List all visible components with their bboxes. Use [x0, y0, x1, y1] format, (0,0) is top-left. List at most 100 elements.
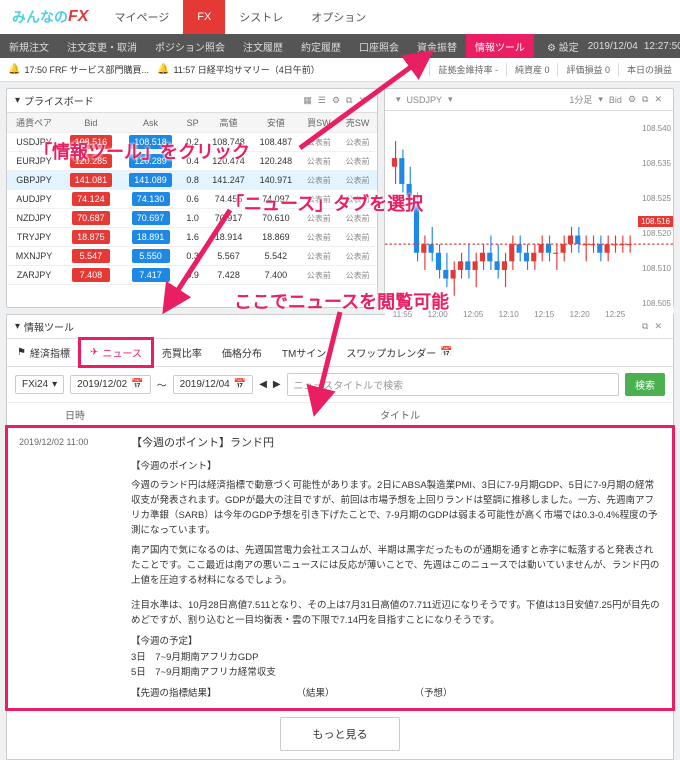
- nav-info-tool[interactable]: 情報ツール: [466, 34, 534, 58]
- buy-swap: 公表前: [300, 171, 339, 190]
- popout-icon[interactable]: ⧉: [639, 321, 651, 332]
- close-icon[interactable]: ✕: [355, 95, 369, 106]
- price-row[interactable]: TRYJPY18.87518.8911.618.91418.869公表前公表前: [7, 228, 377, 247]
- date-from[interactable]: 2019/12/02 📅: [70, 375, 151, 394]
- buy-swap: 公表前: [300, 133, 339, 152]
- priceboard-header: ▾ プライスボード ▦ ☰ ⚙ ⧉ ✕: [7, 89, 377, 113]
- pair: ZARJPY: [7, 266, 61, 285]
- tab-systrade[interactable]: シストレ: [225, 0, 297, 34]
- nav-settings[interactable]: ⚙ 設定: [538, 39, 588, 54]
- price-col[interactable]: 買SW: [300, 113, 339, 133]
- spread: 1.6: [180, 228, 205, 247]
- ask-button[interactable]: 120.289: [129, 154, 172, 168]
- news-article[interactable]: 2019/12/02 11:00 【今週のポイント】ランド円 【今週のポイント】…: [7, 427, 673, 709]
- price-col[interactable]: Ask: [121, 113, 181, 133]
- bid-button[interactable]: 74.124: [72, 192, 110, 206]
- chevron-down-icon[interactable]: ▾: [393, 94, 404, 105]
- bid-button[interactable]: 5.547: [72, 249, 110, 263]
- source-select[interactable]: FXi24 ▾: [15, 375, 64, 394]
- priceboard-panel: ▾ プライスボード ▦ ☰ ⚙ ⧉ ✕ 通貨ペアBidAskSP高値安値買SW売…: [6, 88, 378, 308]
- ticker-2[interactable]: 🔔 11:57 日経平均サマリー（4日午前）: [157, 63, 320, 76]
- ask-button[interactable]: 74.130: [132, 192, 170, 206]
- ask-button[interactable]: 7.417: [132, 268, 170, 282]
- bid-button[interactable]: 108.516: [70, 135, 113, 149]
- calendar-icon: 📅: [131, 379, 143, 390]
- bid-button[interactable]: 18.875: [72, 230, 110, 244]
- popout-icon[interactable]: ⧉: [343, 95, 355, 106]
- ask-button[interactable]: 5.550: [132, 249, 170, 263]
- prev-icon[interactable]: ◀: [259, 379, 267, 390]
- price-row[interactable]: AUDJPY74.12474.1300.674.45674.097公表前公表前: [7, 190, 377, 209]
- price-row[interactable]: MXNJPY5.5475.5500.35.5675.542公表前公表前: [7, 247, 377, 266]
- bid-button[interactable]: 70.687: [72, 211, 110, 225]
- settings-icon[interactable]: ⚙: [625, 94, 639, 105]
- bell-icon: 🔔: [157, 64, 169, 75]
- price-row[interactable]: GBPJPY141.081141.0890.8141.247140.971公表前…: [7, 171, 377, 190]
- price-row[interactable]: NZDJPY70.68770.6971.070.91770.610公表前公表前: [7, 209, 377, 228]
- date-to[interactable]: 2019/12/04 📅: [173, 375, 254, 394]
- price-col[interactable]: Bid: [61, 113, 121, 133]
- price-col[interactable]: 安値: [252, 113, 299, 133]
- sell-swap: 公表前: [338, 209, 377, 228]
- ask-button[interactable]: 141.089: [129, 173, 172, 187]
- list-icon[interactable]: ☰: [315, 95, 329, 106]
- chevron-down-icon[interactable]: ▾: [15, 321, 20, 332]
- logo[interactable]: みんなの FX: [0, 7, 100, 27]
- ticker-2-text: 11:57 日経平均サマリー（4日午前）: [173, 63, 319, 76]
- chart-pair-select[interactable]: USDJPY: [404, 95, 446, 105]
- price-col[interactable]: 通貨ペア: [7, 113, 61, 133]
- tab-tm-sign[interactable]: TMサイン: [272, 339, 336, 366]
- nav-account[interactable]: 口座照会: [350, 39, 408, 54]
- tab-news[interactable]: ✈ニュース: [80, 339, 152, 366]
- tab-mypage[interactable]: マイページ: [100, 0, 183, 34]
- price-row[interactable]: ZARJPY7.4087.4170.97.4287.400公表前公表前: [7, 266, 377, 285]
- popout-icon[interactable]: ⧉: [639, 94, 651, 105]
- chevron-down-icon[interactable]: ▾: [595, 94, 606, 105]
- price-table: 通貨ペアBidAskSP高値安値買SW売SW USDJPY108.516108.…: [7, 113, 377, 285]
- nav-fund-transfer[interactable]: 資金振替: [408, 39, 466, 54]
- more-button[interactable]: もっと見る: [280, 717, 400, 751]
- ask-button[interactable]: 70.697: [132, 211, 170, 225]
- bid-button[interactable]: 141.081: [70, 173, 113, 187]
- close-icon[interactable]: ✕: [651, 321, 665, 332]
- buy-swap: 公表前: [300, 209, 339, 228]
- chart-tf-select[interactable]: 1分足: [566, 93, 595, 106]
- price-col[interactable]: SP: [180, 113, 205, 133]
- tab-buy-sell-ratio[interactable]: 売買比率: [152, 339, 212, 366]
- pair: AUDJPY: [7, 190, 61, 209]
- col-title: タイトル: [135, 407, 665, 422]
- bid-button[interactable]: 7.408: [72, 268, 110, 282]
- tab-fx[interactable]: FX: [183, 0, 225, 34]
- nav-new-order[interactable]: 新規注文: [0, 39, 58, 54]
- ask-button[interactable]: 18.891: [132, 230, 170, 244]
- nav-trade-history[interactable]: 約定履歴: [292, 39, 350, 54]
- grid-icon[interactable]: ▦: [300, 95, 315, 106]
- price-row[interactable]: USDJPY108.516108.5180.2108.748108.487公表前…: [7, 133, 377, 152]
- close-icon[interactable]: ✕: [651, 94, 665, 105]
- spread: 0.8: [180, 171, 205, 190]
- nav-modify-cancel[interactable]: 注文変更・取消: [58, 39, 146, 54]
- chevron-down-icon[interactable]: ▾: [445, 94, 456, 105]
- price-col[interactable]: 高値: [205, 113, 252, 133]
- ask-button[interactable]: 108.518: [129, 135, 172, 149]
- high: 18.914: [205, 228, 252, 247]
- time-label: 12:27:50: [644, 41, 680, 52]
- nav-order-history[interactable]: 注文履歴: [234, 39, 292, 54]
- tab-option[interactable]: オプション: [297, 0, 380, 34]
- search-button[interactable]: 検索: [625, 373, 665, 396]
- price-row[interactable]: EURJPY120.285120.2890.4120.474120.248公表前…: [7, 152, 377, 171]
- valuation-pl: 評価損益 0: [557, 63, 610, 76]
- price-col[interactable]: 売SW: [338, 113, 377, 133]
- search-input[interactable]: ニュースタイトルで検索: [287, 373, 619, 396]
- spread: 0.2: [180, 133, 205, 152]
- chevron-down-icon[interactable]: ▾: [15, 95, 20, 106]
- next-icon[interactable]: ▶: [273, 379, 281, 390]
- chart-area[interactable]: 108.540108.535108.525108.520108.510108.5…: [385, 111, 673, 321]
- tab-swap-calendar[interactable]: スワップカレンダー 📅: [336, 339, 462, 366]
- bid-button[interactable]: 120.285: [70, 154, 113, 168]
- tab-econ-indicator[interactable]: ⚑経済指標: [7, 339, 80, 366]
- settings-icon[interactable]: ⚙: [329, 95, 343, 106]
- tab-price-dist[interactable]: 価格分布: [212, 339, 272, 366]
- ticker-1[interactable]: 🔔 17:50 FRF サービス部門購買...: [8, 63, 149, 76]
- nav-position[interactable]: ポジション照会: [146, 39, 234, 54]
